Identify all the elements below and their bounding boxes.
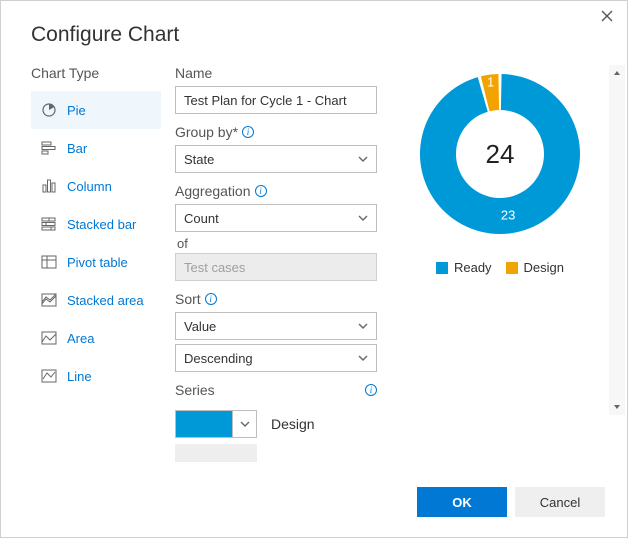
donut-chart: 23 1 — [415, 69, 585, 239]
bar-icon — [41, 140, 57, 156]
close-button[interactable] — [597, 7, 617, 27]
legend-item-ready: Ready — [436, 260, 492, 275]
vertical-scrollbar[interactable] — [609, 65, 625, 415]
column-icon — [41, 178, 57, 194]
donut-slice-label: 1 — [487, 75, 494, 90]
chevron-down-icon — [232, 411, 256, 437]
chart-type-label-text: Pie — [67, 103, 86, 118]
legend-swatch — [506, 262, 518, 274]
of-field-disabled: Test cases — [175, 253, 377, 281]
chart-type-label-text: Column — [67, 179, 112, 194]
color-swatch — [176, 411, 232, 437]
chart-type-pie[interactable]: Pie — [31, 91, 161, 129]
configure-chart-dialog: Configure Chart Chart Type Pie Bar — [1, 1, 627, 537]
chart-type-sidebar: Chart Type Pie Bar — [31, 65, 161, 475]
dialog-title: Configure Chart — [1, 1, 627, 65]
chart-type-label-text: Area — [67, 331, 94, 346]
info-icon[interactable]: i — [365, 384, 377, 396]
stacked-area-icon — [41, 292, 57, 308]
area-icon — [41, 330, 57, 346]
series-color-select[interactable] — [175, 410, 257, 438]
pie-icon — [41, 102, 57, 118]
chart-type-stacked-area[interactable]: Stacked area — [31, 281, 161, 319]
ok-button[interactable]: OK — [417, 487, 507, 517]
legend-item-design: Design — [506, 260, 564, 275]
close-icon — [601, 10, 613, 25]
info-icon[interactable]: i — [205, 293, 217, 305]
chart-type-line[interactable]: Line — [31, 357, 161, 395]
group-by-label: Group by* i — [175, 124, 377, 140]
series-label: Series — [175, 382, 215, 398]
chart-type-label-text: Line — [67, 369, 92, 384]
chart-type-label-text: Pivot table — [67, 255, 128, 270]
series-item-placeholder — [175, 444, 257, 462]
chart-type-label-text: Stacked area — [67, 293, 144, 308]
sort-label: Sort i — [175, 291, 377, 307]
chart-type-label-text: Bar — [67, 141, 87, 156]
aggregation-label: Aggregation i — [175, 183, 377, 199]
chart-type-column[interactable]: Column — [31, 167, 161, 205]
chart-type-label-text: Stacked bar — [67, 217, 136, 232]
chevron-down-icon — [358, 353, 368, 363]
donut-slice-label: 23 — [501, 207, 515, 222]
chart-type-area[interactable]: Area — [31, 319, 161, 357]
chart-legend: Ready Design — [399, 260, 601, 275]
chart-type-list: Pie Bar Column — [31, 91, 161, 395]
of-label: of — [177, 236, 377, 251]
name-input[interactable]: Test Plan for Cycle 1 - Chart — [175, 86, 377, 114]
chevron-down-icon — [358, 213, 368, 223]
stacked-bar-icon — [41, 216, 57, 232]
legend-swatch — [436, 262, 448, 274]
pivot-table-icon — [41, 254, 57, 270]
chart-type-label: Chart Type — [31, 65, 161, 81]
scroll-down-icon[interactable] — [609, 399, 625, 415]
series-name: Design — [271, 416, 315, 432]
line-icon — [41, 368, 57, 384]
chevron-down-icon — [358, 321, 368, 331]
series-item: Design — [175, 410, 377, 438]
chart-type-stacked-bar[interactable]: Stacked bar — [31, 205, 161, 243]
dialog-footer: OK Cancel — [1, 475, 627, 537]
scroll-up-icon[interactable] — [609, 65, 625, 81]
chart-preview: 231 24 Ready Design — [391, 65, 627, 475]
chart-type-pivot-table[interactable]: Pivot table — [31, 243, 161, 281]
cancel-button[interactable]: Cancel — [515, 487, 605, 517]
scroll-track[interactable] — [609, 81, 625, 399]
chart-type-bar[interactable]: Bar — [31, 129, 161, 167]
chevron-down-icon — [358, 154, 368, 164]
aggregation-select[interactable]: Count — [175, 204, 377, 232]
group-by-select[interactable]: State — [175, 145, 377, 173]
info-icon[interactable]: i — [242, 126, 254, 138]
chart-config-form: Name Test Plan for Cycle 1 - Chart Group… — [175, 65, 377, 475]
sort-field-select[interactable]: Value — [175, 312, 377, 340]
sort-order-select[interactable]: Descending — [175, 344, 377, 372]
info-icon[interactable]: i — [255, 185, 267, 197]
name-label: Name — [175, 65, 377, 81]
